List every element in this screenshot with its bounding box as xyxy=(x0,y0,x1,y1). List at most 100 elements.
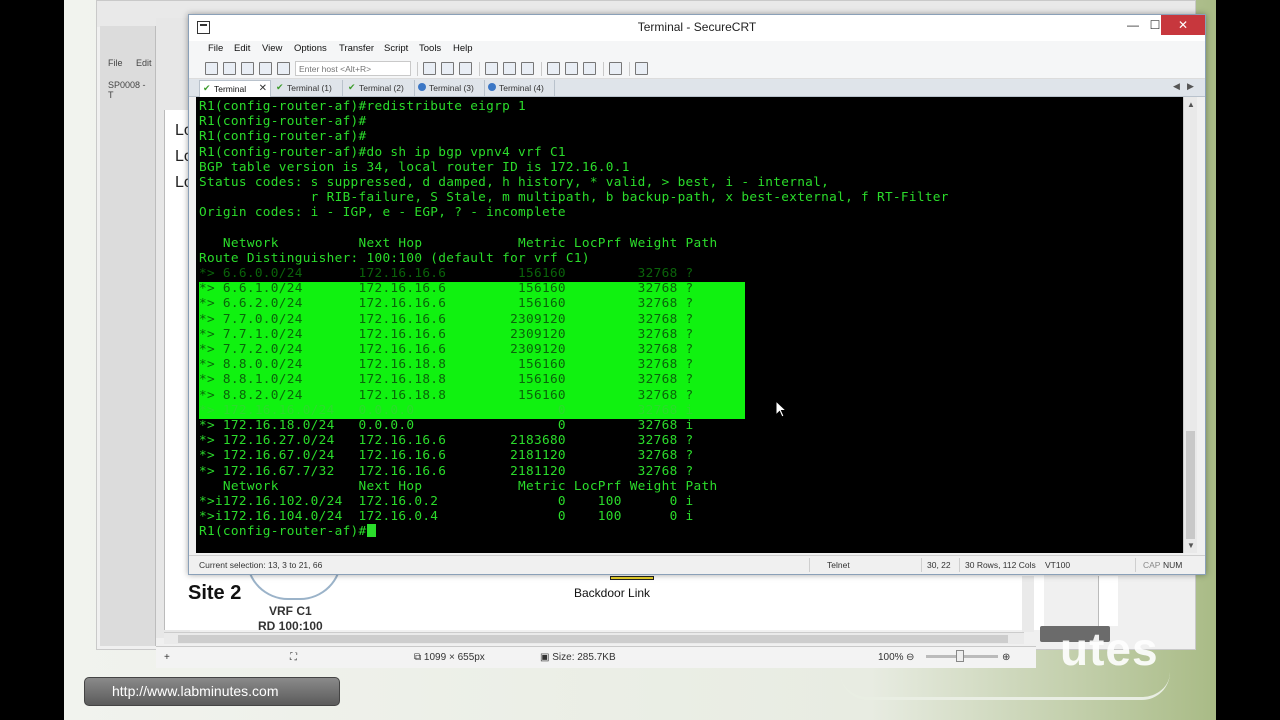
connected-icon: ✔ xyxy=(276,82,284,92)
screen: File Edit SP0008 - T Lo Lo Lo Site 2 VRF… xyxy=(0,0,1280,720)
tab-right-icon[interactable]: ▶ xyxy=(1187,81,1194,92)
terminal-line: R1(config-router-af)#do sh ip bgp vpnv4 … xyxy=(199,144,566,160)
mouse-pointer-icon xyxy=(776,401,788,418)
tab-terminal[interactable]: ✔ Terminal ✕ xyxy=(199,80,271,97)
terminal-line: *> 172.16.67.0/24 172.16.16.6 2181120 32… xyxy=(199,448,694,464)
tab-label: Terminal xyxy=(214,84,247,94)
zoom-level: 100% xyxy=(878,652,904,663)
info-icon xyxy=(418,83,426,91)
emulation-status: VT100 xyxy=(1045,560,1071,570)
viewer-statusbar: + ⛶ ⧉ 1099 × 655px ▣ Size: 285.7KB 100% … xyxy=(156,646,1036,668)
side-panel xyxy=(1098,576,1118,626)
selected-route-line: *> 8.8.1.0/24 172.16.18.8 156160 32768 ? xyxy=(199,372,694,388)
title-bar[interactable]: Terminal - SecureCRT — ☐ ✕ xyxy=(189,15,1205,41)
terminal-line: *>i172.16.104.0/24 172.16.0.4 0 100 0 i xyxy=(199,509,694,525)
url-banner: http://www.labminutes.com xyxy=(84,677,340,706)
text-cursor xyxy=(366,524,376,538)
menu-help[interactable]: Help xyxy=(453,43,473,54)
selected-route-line: *> 6.6.1.0/24 172.16.16.6 156160 32768 ? xyxy=(199,281,694,297)
tab-label: Terminal (3) xyxy=(429,83,474,93)
terminal-line: BGP table version is 34, local router ID… xyxy=(199,159,630,175)
menu-script[interactable]: Script xyxy=(384,43,408,54)
zoom-out-button[interactable]: ⊖ xyxy=(906,652,914,663)
tab-label: Terminal (2) xyxy=(359,83,404,93)
host-input[interactable] xyxy=(295,61,411,76)
command-prompt[interactable]: R1(config-router-af)# xyxy=(199,524,949,539)
terminal-line: *> 172.16.16.0/24 0.0.0.0 0 32768 i xyxy=(199,402,694,418)
terminal-line: r RIB-failure, S Stale, m multipath, b b… xyxy=(199,190,949,206)
logo-swoosh xyxy=(840,672,1170,700)
selected-route-line: *> 6.6.0.0/24 172.16.16.6 156160 32768 ? xyxy=(199,266,694,282)
close-button[interactable]: ✕ xyxy=(1161,15,1205,35)
print-selection-icon[interactable] xyxy=(503,62,516,75)
global-options-icon[interactable] xyxy=(565,62,578,75)
connect-tab-icon[interactable] xyxy=(241,62,254,75)
image-size: ▣ Size: 285.7KB xyxy=(540,652,616,663)
selected-route-line: *> 6.6.2.0/24 172.16.16.6 156160 32768 ? xyxy=(199,296,694,312)
connected-icon: ✔ xyxy=(203,83,211,93)
terminal-line: *>i172.16.102.0/24 172.16.0.2 0 100 0 i xyxy=(199,493,694,509)
tab-terminal-2[interactable]: ✔ Terminal (2) xyxy=(345,80,415,97)
terminal-size: 30 Rows, 112 Cols xyxy=(965,560,1036,570)
scroll-up-icon[interactable]: ▲ xyxy=(1187,100,1195,109)
background-ribbon: File Edit SP0008 - T xyxy=(100,26,156,646)
connect-icon[interactable] xyxy=(205,62,218,75)
menu-view[interactable]: View xyxy=(262,43,282,54)
selected-route-line: *> 7.7.1.0/24 172.16.16.6 2309120 32768 … xyxy=(199,326,694,342)
letterbox-right xyxy=(1216,0,1280,720)
paste-icon[interactable] xyxy=(441,62,454,75)
connected-icon: ✔ xyxy=(348,82,356,92)
securecrt-window: Terminal - SecureCRT — ☐ ✕ File Edit Vie… xyxy=(188,14,1206,575)
scroll-thumb[interactable] xyxy=(1186,431,1195,539)
close-tab-icon[interactable]: ✕ xyxy=(259,83,267,94)
toolbar xyxy=(189,59,1205,79)
help-icon[interactable] xyxy=(609,62,622,75)
menu-bar: File Edit View Options Transfer Script T… xyxy=(189,41,1205,59)
session-options-icon[interactable] xyxy=(547,62,560,75)
reconnect-icon[interactable] xyxy=(259,62,272,75)
menu-tools[interactable]: Tools xyxy=(419,43,441,54)
terminal-line: Network Next Hop Metric LocPrf Weight Pa… xyxy=(199,478,718,494)
selected-route-line: *> 7.7.2.0/24 172.16.16.6 2309120 32768 … xyxy=(199,342,694,357)
find-icon[interactable] xyxy=(459,62,472,75)
backdoor-link-line xyxy=(610,576,654,580)
print-icon[interactable] xyxy=(485,62,498,75)
status-bar: Current selection: 13, 3 to 21, 66 Telne… xyxy=(189,555,1205,574)
terminal-scrollbar[interactable]: ▲ ▼ xyxy=(1183,97,1197,553)
print-setup-icon[interactable] xyxy=(521,62,534,75)
keymap-icon[interactable] xyxy=(583,62,596,75)
menu-options[interactable]: Options xyxy=(294,43,327,54)
tab-label: Terminal (1) xyxy=(287,83,332,93)
menu-edit[interactable]: Edit xyxy=(234,43,250,54)
selected-route-line: *> 8.8.0.0/24 172.16.18.8 156160 32768 ? xyxy=(199,357,694,373)
menu-transfer[interactable]: Transfer xyxy=(339,43,374,54)
add-icon[interactable]: + xyxy=(164,652,170,663)
fit-icon[interactable]: ⛶ xyxy=(290,652,297,663)
protocol-status: Telnet xyxy=(827,560,850,570)
tab-terminal-3[interactable]: Terminal (3) xyxy=(415,80,485,97)
ribbon-label: SP0008 - T xyxy=(108,80,146,100)
terminal-line: Status codes: s suppressed, d damped, h … xyxy=(199,174,830,190)
keypad-icon[interactable] xyxy=(635,62,648,75)
terminal-output[interactable]: R1(config-router-af)#redistribute eigrp … xyxy=(196,97,1183,553)
scroll-down-icon[interactable]: ▼ xyxy=(1187,541,1195,550)
tab-left-icon[interactable]: ◀ xyxy=(1173,81,1180,92)
image-dimensions: ⧉ 1099 × 655px xyxy=(414,652,485,663)
copy-icon[interactable] xyxy=(423,62,436,75)
vertical-scrollbar[interactable] xyxy=(1022,576,1034,632)
horizontal-scrollbar[interactable] xyxy=(164,632,1024,644)
quick-connect-icon[interactable] xyxy=(223,62,236,75)
menu-file[interactable]: File xyxy=(208,43,223,54)
terminal-line: Network Next Hop Metric LocPrf Weight Pa… xyxy=(199,235,718,251)
tab-terminal-1[interactable]: ✔ Terminal (1) xyxy=(273,80,343,97)
zoom-slider-handle[interactable] xyxy=(956,650,964,662)
tab-label: Terminal (4) xyxy=(499,83,544,93)
tab-terminal-4[interactable]: Terminal (4) xyxy=(485,80,555,97)
tab-bar: ✔ Terminal ✕ ✔ Terminal (1) ✔ Terminal (… xyxy=(189,79,1205,97)
cursor-position: 30, 22 xyxy=(927,560,951,570)
vrf-name: VRF C1 xyxy=(269,604,312,618)
disconnect-icon[interactable] xyxy=(277,62,290,75)
zoom-in-button[interactable]: ⊕ xyxy=(1002,652,1010,663)
terminal-line: Route Distinguisher: 100:100 (default fo… xyxy=(199,250,590,266)
